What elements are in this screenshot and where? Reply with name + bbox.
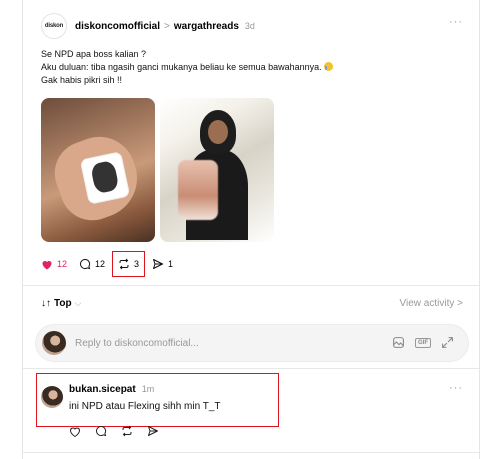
share-icon[interactable]: [147, 425, 159, 437]
chevron-down-icon: ⌵: [74, 298, 82, 308]
comment-avatar[interactable]: [41, 386, 63, 408]
community-name[interactable]: wargathreads: [174, 21, 239, 32]
my-avatar: [42, 331, 66, 355]
keychain-sticker: [178, 160, 218, 220]
repost-button[interactable]: 3: [112, 251, 146, 277]
divider: [23, 368, 479, 369]
more-options-icon[interactable]: ···: [449, 16, 463, 28]
chevron-right-icon: >: [164, 20, 170, 32]
thread-card: diskon diskoncomofficial > wargathreads …: [22, 0, 480, 459]
repost-icon[interactable]: [121, 425, 133, 437]
share-icon: [153, 259, 164, 269]
divider: [23, 285, 479, 286]
reply-input[interactable]: Reply to diskoncomofficial... GIF: [35, 324, 469, 362]
repost-icon: [119, 258, 129, 270]
sort-dropdown[interactable]: ↓↑ Top ⌵: [41, 298, 81, 309]
post-time: 3d: [244, 21, 255, 31]
image-icon[interactable]: [392, 336, 405, 349]
sort-icon: ↓↑: [41, 298, 51, 309]
divider: [23, 452, 479, 453]
reply-placeholder: Reply to diskoncomofficial...: [75, 337, 199, 349]
comment-icon: [80, 258, 91, 270]
comment-icon[interactable]: [95, 425, 107, 437]
account-avatar[interactable]: diskon: [41, 13, 67, 39]
sort-label: Top: [54, 298, 72, 309]
post-header: diskon diskoncomofficial > wargathreads …: [41, 13, 255, 39]
highlighted-comment-frame: [36, 373, 279, 427]
heart-icon[interactable]: [69, 426, 81, 437]
comment-actions: [69, 425, 173, 437]
more-options-icon[interactable]: ···: [449, 382, 463, 394]
gif-icon[interactable]: GIF: [415, 337, 431, 348]
post-line-2: Aku duluan: tiba ngasih ganci mukanya be…: [41, 62, 322, 72]
post-photo-hand-keychain[interactable]: [41, 98, 155, 242]
comment-username[interactable]: bukan.sicepat: [69, 384, 136, 395]
crying-face-icon: [323, 62, 333, 71]
reply-tools: GIF: [382, 336, 454, 349]
expand-icon[interactable]: [441, 336, 454, 349]
comment-header: bukan.sicepat 1m: [69, 384, 154, 395]
repost-count: 3: [134, 259, 140, 269]
post-photo-person-keychain[interactable]: [160, 98, 274, 242]
like-count: 12: [57, 259, 68, 269]
share-button[interactable]: 1: [152, 258, 173, 270]
avatar-logo-text: diskon: [44, 23, 64, 29]
comment-count: 12: [95, 259, 106, 269]
view-activity-label: View activity: [399, 298, 455, 309]
post-line-3: Gak habis pikri sih !!: [41, 75, 123, 85]
post-line-1: Se NPD apa boss kalian ?: [41, 49, 147, 59]
comment-time: 1m: [141, 384, 155, 394]
share-count: 1: [168, 259, 174, 269]
post-username[interactable]: diskoncomofficial: [75, 21, 160, 32]
comment-button[interactable]: 12: [79, 258, 105, 270]
view-activity-link[interactable]: View activity >: [400, 298, 463, 309]
post-text: Se NPD apa boss kalian ? Aku duluan: tib…: [41, 48, 333, 87]
comment-text: ini NPD atau Flexing sihh min T_T: [69, 401, 221, 412]
chevron-right-icon: >: [457, 298, 463, 309]
post-actions: 12 12 3 1: [41, 251, 185, 277]
heart-icon: [42, 260, 52, 269]
like-button[interactable]: 12: [41, 259, 67, 270]
